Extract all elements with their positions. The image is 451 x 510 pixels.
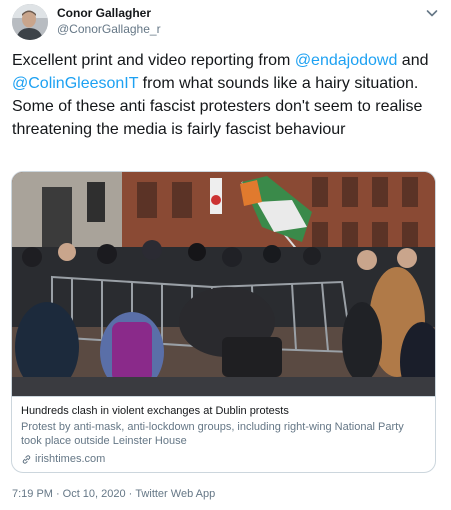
mention-link[interactable]: @ColinGleesonIT xyxy=(12,75,138,92)
link-icon xyxy=(22,454,31,464)
protest-photo-icon xyxy=(12,172,435,402)
author-handle[interactable]: @ConorGallaghe_r xyxy=(57,22,161,36)
meta-separator: · xyxy=(55,488,60,500)
card-domain-text[interactable]: irishtimes.com xyxy=(35,453,105,465)
author-avatar[interactable] xyxy=(12,4,48,40)
card-body[interactable]: Hundreds clash in violent exchanges at D… xyxy=(12,396,435,472)
tweet-source[interactable]: Twitter Web App xyxy=(135,488,215,500)
meta-separator: · xyxy=(128,488,133,500)
card-title[interactable]: Hundreds clash in violent exchanges at D… xyxy=(21,405,289,417)
tweet-metadata: 7:19 PM · Oct 10, 2020 · Twitter Web App xyxy=(12,488,218,500)
tweet: Conor Gallagher @ConorGallaghe_r Excelle… xyxy=(0,0,451,510)
card-description: Protest by anti-mask, anti-lockdown grou… xyxy=(21,421,404,447)
link-card[interactable]: Hundreds clash in violent exchanges at D… xyxy=(11,171,436,473)
tweet-date[interactable]: Oct 10, 2020 xyxy=(63,488,126,500)
tweet-text-part: Excellent print and video reporting from xyxy=(12,52,295,69)
avatar-photo-icon xyxy=(12,4,48,40)
tweet-text: Excellent print and video reporting from… xyxy=(12,49,440,141)
author-name[interactable]: Conor Gallagher xyxy=(57,6,151,20)
mention-link[interactable]: @endajodowd xyxy=(295,52,398,69)
tweet-menu-chevron-down-icon[interactable] xyxy=(424,5,440,21)
tweet-text-part: and xyxy=(397,52,429,69)
card-image[interactable] xyxy=(12,172,435,402)
tweet-time[interactable]: 7:19 PM xyxy=(12,488,53,500)
card-domain[interactable]: irishtimes.com xyxy=(21,453,105,465)
